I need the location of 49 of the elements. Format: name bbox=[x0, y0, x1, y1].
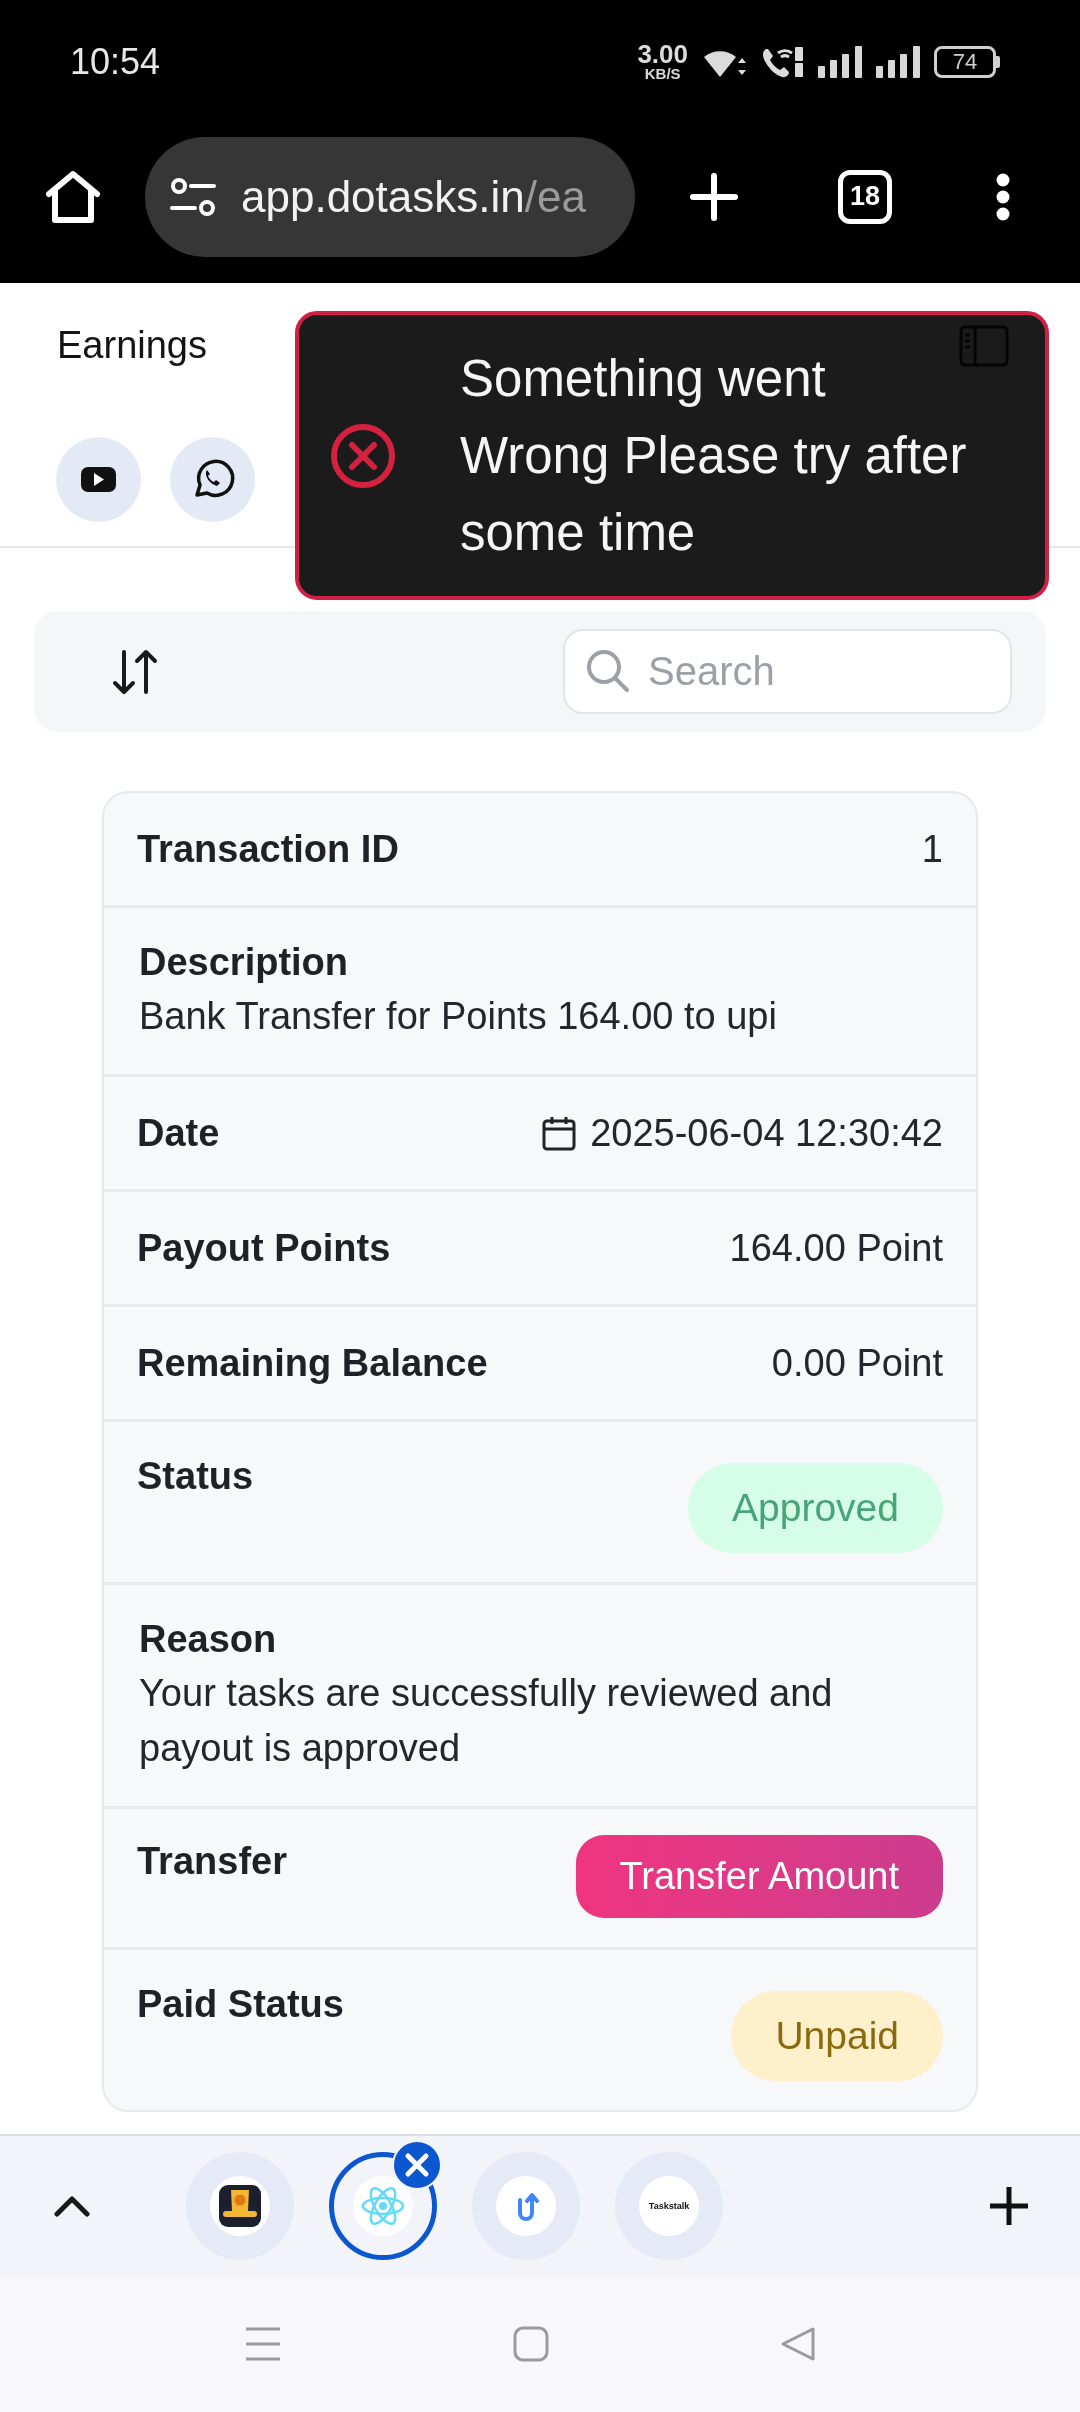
status-time: 10:54 bbox=[70, 44, 161, 80]
back-icon[interactable] bbox=[780, 2326, 816, 2362]
address-bar[interactable]: app.dotasks.in/ea bbox=[145, 136, 635, 257]
more-options-icon[interactable] bbox=[996, 172, 1010, 221]
detail-label: Status bbox=[137, 1454, 254, 1499]
menu-icon[interactable] bbox=[245, 2326, 281, 2362]
signal-icon bbox=[876, 46, 920, 78]
detail-label: Paid Status bbox=[137, 1982, 344, 2027]
close-icon[interactable] bbox=[392, 2140, 442, 2190]
detail-value: 0.00 Point bbox=[771, 1341, 943, 1386]
detail-value: 164.00 Point bbox=[729, 1226, 943, 1271]
top-hat-icon bbox=[210, 2176, 270, 2236]
plus-icon[interactable] bbox=[988, 2185, 1030, 2227]
status-badge: Unpaid bbox=[731, 1991, 943, 2081]
calendar-icon bbox=[542, 1115, 577, 1151]
atom-icon bbox=[353, 2176, 413, 2236]
wifi-calling-icon bbox=[760, 45, 804, 79]
caret-up-icon[interactable] bbox=[54, 2195, 90, 2217]
detail-label: Remaining Balance bbox=[137, 1341, 488, 1386]
tab-button[interactable]: Taskstalk bbox=[615, 2152, 723, 2260]
detail-label: Payout Points bbox=[137, 1226, 391, 1271]
network-speed-value: 3.00 bbox=[637, 42, 688, 66]
detail-label: Transfer bbox=[137, 1840, 287, 1882]
error-icon bbox=[330, 422, 396, 489]
transfer-amount-button[interactable]: Transfer Amount bbox=[575, 1835, 943, 1918]
video-play-icon[interactable] bbox=[56, 437, 141, 522]
detail-value: 1 bbox=[921, 827, 943, 872]
page-title: Earnings bbox=[57, 323, 207, 368]
detail-text: Your tasks are successfully reviewed and payout is approved bbox=[139, 1671, 834, 1771]
detail-value: 2025-06-04 12:30:42 bbox=[590, 1111, 943, 1156]
search-field[interactable]: Search bbox=[563, 629, 1012, 714]
sort-icon[interactable] bbox=[112, 647, 158, 696]
square-icon[interactable] bbox=[513, 2326, 549, 2362]
tab-switcher-button[interactable]: 18 bbox=[838, 169, 892, 224]
detail-label: Date bbox=[137, 1111, 220, 1156]
detail-label: Reason bbox=[139, 1617, 277, 1662]
detail-label: Description bbox=[139, 940, 349, 985]
detail-text: Bank Transfer for Points 164.00 to upi bbox=[139, 994, 777, 1039]
chat-phone-icon[interactable] bbox=[170, 437, 255, 522]
detail-label: Transaction ID bbox=[137, 827, 399, 872]
status-badge: Approved bbox=[688, 1463, 943, 1553]
site-logo: Taskstalk bbox=[639, 2176, 699, 2236]
signal-icon bbox=[818, 46, 862, 78]
home-icon[interactable] bbox=[45, 169, 101, 224]
tune-icon[interactable] bbox=[170, 176, 216, 217]
battery-indicator: 74 bbox=[934, 46, 1000, 78]
network-speed-unit: KB/S bbox=[644, 66, 681, 82]
search-icon bbox=[586, 649, 630, 693]
toast-message: Something went Wrong Please try after some time bbox=[460, 349, 968, 563]
